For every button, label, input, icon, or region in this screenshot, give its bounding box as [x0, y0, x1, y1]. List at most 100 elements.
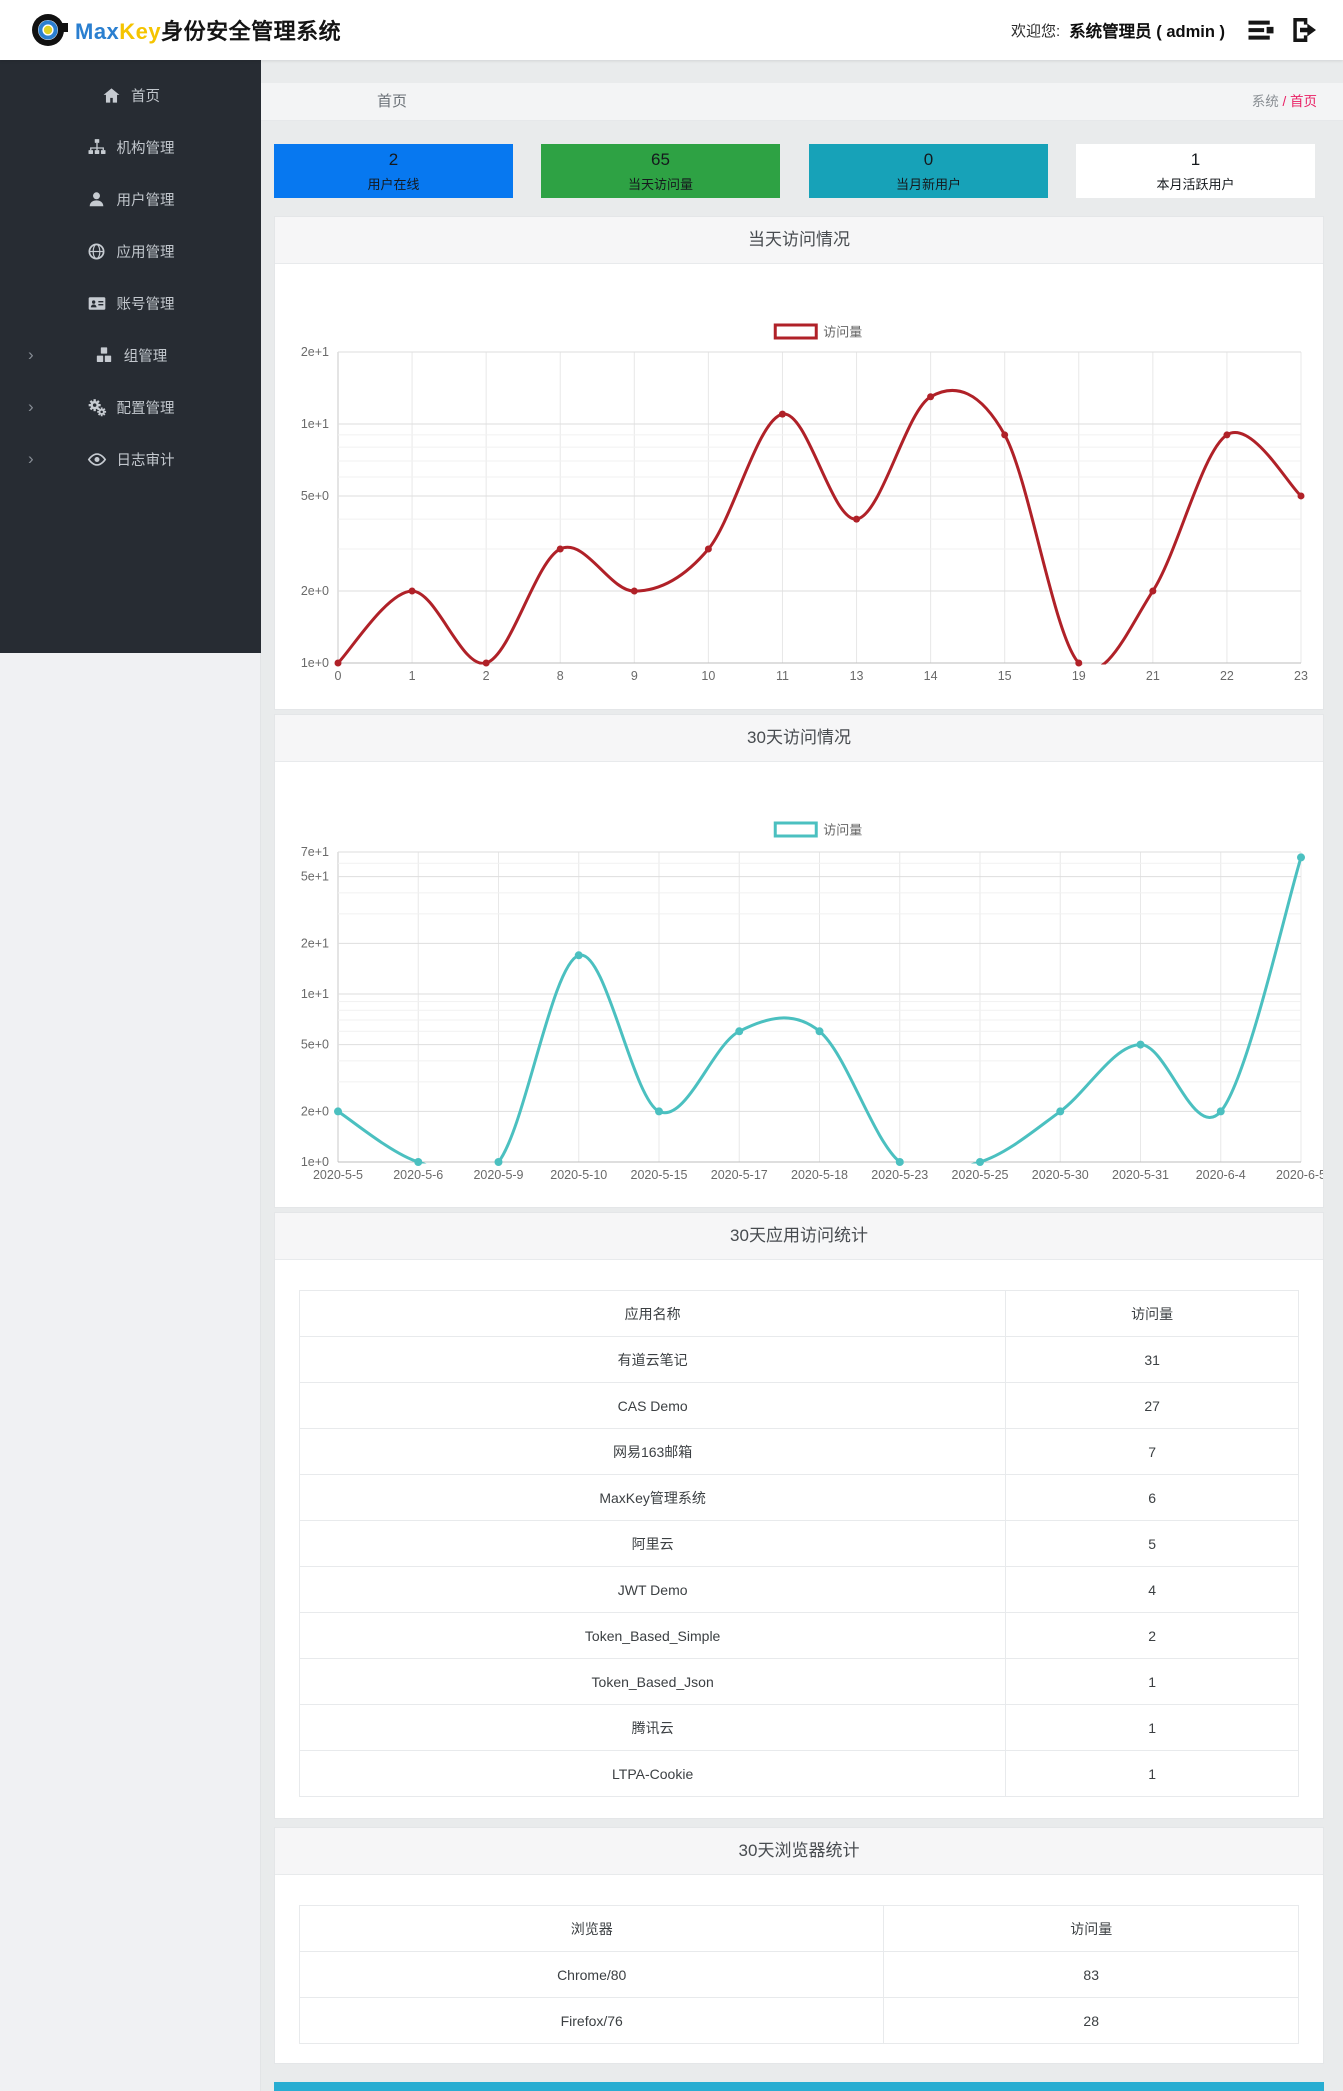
svg-text:2020-5-9: 2020-5-9 [473, 1168, 523, 1182]
svg-text:7e+1: 7e+1 [301, 845, 329, 859]
table-cell: LTPA-Cookie [298, 1750, 1007, 1797]
breadcrumb-separator: / [1278, 94, 1290, 109]
column-header: 浏览器 [298, 1905, 885, 1952]
table-cell: 83 [883, 1951, 1299, 1998]
app-table: 应用名称 访问量 有道云笔记 31 CAS Demo 27 网易163邮箱 7 MaxKey管理… [298, 1290, 1299, 1797]
chevron-right-icon: › [28, 344, 34, 364]
sidebar-item-3[interactable]: 用户管理 [0, 173, 261, 225]
sidebar-item-label: 配置管理 [116, 400, 175, 417]
home-icon [101, 85, 121, 105]
table-cell: Chrome/80 [298, 1951, 885, 1998]
stat-card-value: 65 [651, 150, 670, 169]
svg-text:2: 2 [483, 669, 490, 683]
column-header: 应用名称 [298, 1290, 1007, 1337]
app-visits-panel-title: 30天应用访问统计 [275, 1213, 1323, 1260]
stat-card-value: 2 [388, 150, 399, 169]
svg-text:5e+1: 5e+1 [301, 870, 329, 884]
monthly-visits-chart: 1e+0 2e+0 5e+0 1e+1 2e+1 5e+1 7e+1 2020-5-5 2020… [275, 761, 1323, 1209]
stat-card-2: 65 当天访问量 [541, 144, 780, 198]
table-row: 阿里云 5 [298, 1520, 1299, 1567]
logout-icon[interactable] [1287, 13, 1321, 47]
svg-text:2020-5-30: 2020-5-30 [1032, 1168, 1089, 1182]
svg-text:5e+0: 5e+0 [301, 489, 329, 503]
app-visits-table-container: 应用名称 访问量 有道云笔记 31 CAS Demo 27 网易163邮箱 7 MaxKey管理… [275, 1290, 1323, 1797]
svg-text:14: 14 [924, 669, 938, 683]
breadcrumb-bar: 首页 系统 / 首页 [261, 83, 1343, 121]
stat-card-1: 2 用户在线 [274, 144, 513, 198]
stat-card-value: 1 [1190, 150, 1201, 169]
browser-stats-panel: 30天浏览器统计 浏览器 访问量 Chrome/80 83 Firefox/76 28 [274, 1827, 1324, 2064]
chevron-right-icon: › [28, 448, 34, 468]
table-cell: 腾讯云 [298, 1704, 1007, 1751]
table-row: LTPA-Cookie 1 [298, 1750, 1299, 1797]
svg-text:13: 13 [850, 669, 864, 683]
breadcrumb-current[interactable]: 首页 [1290, 94, 1317, 109]
breadcrumb-root[interactable]: 系统 [1252, 94, 1279, 109]
session-list-icon[interactable] [1244, 13, 1278, 47]
table-row: Token_Based_Json 1 [298, 1658, 1299, 1705]
sidebar-item-label: 首页 [131, 88, 160, 105]
sidebar-item-7[interactable]: › 配置管理 [0, 381, 261, 433]
svg-text:23: 23 [1294, 669, 1308, 683]
table-cell: 31 [1005, 1336, 1299, 1383]
user-icon [87, 189, 107, 209]
stat-card-label: 本月活跃用户 [1156, 177, 1235, 192]
svg-text:2e+0: 2e+0 [301, 584, 329, 598]
table-cell: 1 [1005, 1658, 1299, 1705]
gears-icon [87, 397, 107, 417]
table-header-row: 应用名称 访问量 [298, 1290, 1299, 1337]
today-visits-chart: 1e+0 2e+0 5e+0 1e+1 2e+1 0 1 2 8 9 10 11 13 14 15 19 21 2… [275, 263, 1323, 711]
svg-text:15: 15 [998, 669, 1012, 683]
maxkey-dashboard: MaxKey身份安全管理系统 欢迎您: 系统管理员 ( admin ) 首页 机… [0, 0, 1343, 2091]
sidebar-item-label: 机构管理 [116, 140, 175, 157]
svg-text:9: 9 [631, 669, 638, 683]
stat-card-label: 当天访问量 [627, 177, 693, 192]
svg-text:1e+1: 1e+1 [301, 417, 329, 431]
svg-text:访问量: 访问量 [823, 823, 862, 838]
table-header-row: 浏览器 访问量 [298, 1905, 1299, 1952]
app-title: MaxKey身份安全管理系统 [75, 19, 342, 44]
table-row: MaxKey管理系统 6 [298, 1474, 1299, 1521]
svg-text:11: 11 [776, 669, 789, 683]
cubes-icon [94, 345, 114, 365]
table-cell: 阿里云 [298, 1520, 1007, 1567]
header-user-area: 欢迎您: 系统管理员 ( admin ) [1011, 0, 1321, 60]
table-cell: 2 [1005, 1612, 1299, 1659]
sidebar-item-label: 账号管理 [116, 296, 175, 313]
svg-text:21: 21 [1146, 669, 1160, 683]
svg-text:2020-5-15: 2020-5-15 [631, 1168, 688, 1182]
stat-card-4: 1 本月活跃用户 [1076, 144, 1315, 198]
svg-text:2020-5-23: 2020-5-23 [871, 1168, 928, 1182]
sitemap-icon [87, 137, 107, 157]
sidebar-item-2[interactable]: 机构管理 [0, 121, 261, 173]
table-cell: 1 [1005, 1750, 1299, 1797]
svg-text:2020-5-25: 2020-5-25 [952, 1168, 1009, 1182]
page-title: 首页 [377, 93, 408, 110]
table-cell: Firefox/76 [298, 1997, 885, 2044]
browser-table: 浏览器 访问量 Chrome/80 83 Firefox/76 28 [298, 1905, 1299, 2044]
table-cell: 有道云笔记 [298, 1336, 1007, 1383]
sidebar-item-1[interactable]: 首页 [0, 69, 261, 121]
sidebar-item-5[interactable]: 账号管理 [0, 277, 261, 329]
table-cell: 5 [1005, 1520, 1299, 1567]
svg-text:2020-5-6: 2020-5-6 [393, 1168, 443, 1182]
svg-text:1: 1 [409, 669, 416, 683]
sidebar-nav: 首页 机构管理 用户管理 应用管理 账号管理 › 组管理 › 配置管理 › 日志审计 [0, 60, 261, 653]
svg-text:2e+1: 2e+1 [301, 936, 329, 950]
svg-text:2020-6-4: 2020-6-4 [1196, 1168, 1246, 1182]
browser-stats-panel-title: 30天浏览器统计 [275, 1828, 1323, 1875]
sidebar-item-8[interactable]: › 日志审计 [0, 433, 261, 485]
table-cell: 28 [883, 1997, 1299, 2044]
table-row: 有道云笔记 31 [298, 1336, 1299, 1383]
table-cell: 27 [1005, 1382, 1299, 1429]
sidebar-item-6[interactable]: › 组管理 [0, 329, 261, 381]
maxkey-logo-icon [32, 14, 68, 46]
sidebar-item-label: 用户管理 [116, 192, 175, 209]
app-visits-panel: 30天应用访问统计 应用名称 访问量 有道云笔记 31 CAS Demo 27 网易163邮… [274, 1212, 1324, 1819]
sidebar-item-4[interactable]: 应用管理 [0, 225, 261, 277]
svg-text:19: 19 [1072, 669, 1086, 683]
table-row: 网易163邮箱 7 [298, 1428, 1299, 1475]
sidebar-empty-strip [0, 653, 261, 2091]
sidebar-item-label: 组管理 [123, 348, 168, 365]
table-cell: Token_Based_Json [298, 1658, 1007, 1705]
